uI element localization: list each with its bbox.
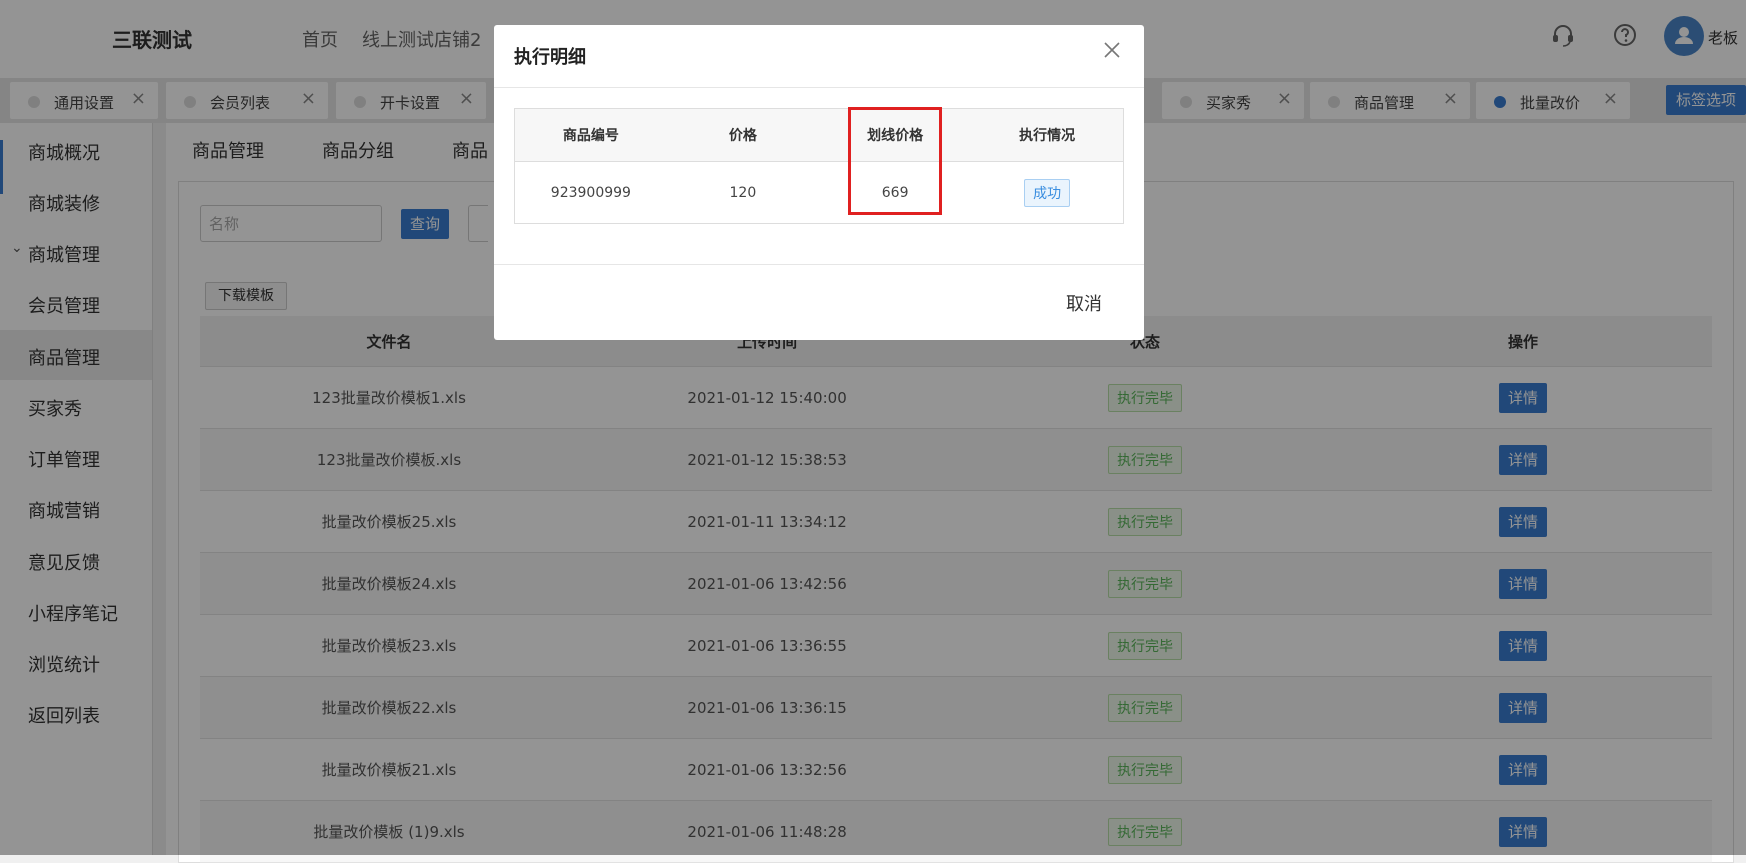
- column-header: 商品编号: [514, 108, 667, 162]
- column-header: 执行情况: [971, 108, 1124, 162]
- execution-detail-modal: 执行明细 商品编号 价格 划线价格 执行情况 923900999 120 669…: [494, 25, 1144, 340]
- success-badge: 成功: [1024, 178, 1071, 207]
- table-row: 923900999 120 669 成功: [515, 162, 1124, 224]
- table-header-row: 商品编号 价格 划线价格 执行情况: [514, 108, 1124, 162]
- close-icon[interactable]: [1102, 37, 1122, 67]
- result-cell: 成功: [971, 162, 1123, 224]
- modal-title: 执行明细: [514, 47, 586, 68]
- execution-detail-table: 商品编号 价格 划线价格 执行情况 923900999 120 669 成功: [514, 108, 1124, 224]
- price-cell: 120: [729, 184, 757, 201]
- modal-divider: [494, 264, 1144, 265]
- modal-divider: [494, 87, 1144, 88]
- highlight-box: [848, 107, 942, 215]
- column-header: 价格: [666, 108, 819, 162]
- cancel-button[interactable]: 取消: [1066, 290, 1102, 316]
- product-id-cell: 923900999: [550, 184, 631, 201]
